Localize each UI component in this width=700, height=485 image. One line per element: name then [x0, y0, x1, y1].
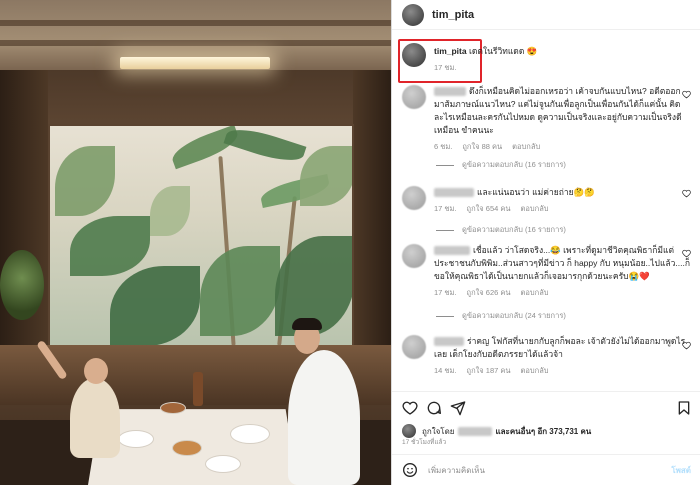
comment-item: เชื่อแล้ว ว่าโสดจริง...😂 เพราะที่ดูมาชีว…	[402, 244, 690, 299]
commenter-username[interactable]	[434, 246, 470, 256]
comment-text: และแน่นอนว่า แม่ค่ายถ่าย🤔🤔	[477, 187, 595, 197]
view-replies[interactable]: ดูข้อความตอบกลับ (16 รายการ)	[436, 159, 566, 171]
man-hair	[292, 318, 322, 330]
palm-leaf	[300, 146, 352, 206]
girl	[70, 378, 120, 458]
comment-likes[interactable]: ถูกใจ 187 คน	[467, 365, 511, 377]
ceiling-beam	[0, 20, 391, 26]
comment-item: ร่าคญ โฟกัสที่นายกกับลูกก็พอละ เจ้าตัวยั…	[402, 335, 690, 377]
commenter-avatar[interactable]	[402, 335, 426, 359]
bookmark-icon[interactable]	[676, 400, 692, 416]
comment-likes[interactable]: ถูกใจ 88 คน	[462, 141, 502, 153]
reply-button[interactable]: ตอบกลับ	[521, 365, 549, 377]
comment-time: 17 ชม.	[434, 288, 457, 297]
caption-avatar[interactable]	[402, 43, 426, 67]
action-bar	[392, 391, 700, 421]
comment-bubble-icon[interactable]	[426, 400, 442, 416]
commenter-avatar[interactable]	[402, 85, 426, 109]
likes-count[interactable]: และคนอื่นๆ อีก 373,731 คน	[495, 425, 591, 438]
liker-username[interactable]	[458, 426, 493, 436]
palm-leaf	[55, 146, 115, 216]
lamp	[193, 372, 203, 406]
post-sidebar: tim_pita tim_pita เดตในรีวิทแดด 😍 17 ชม.…	[391, 0, 700, 485]
caption-text: เดตในรีวิทแดด	[468, 46, 525, 56]
post-photo[interactable]	[0, 0, 391, 485]
view-replies[interactable]: ดูข้อความตอบกลับ (16 รายการ)	[436, 224, 566, 236]
like-heart-icon[interactable]	[682, 341, 691, 350]
caption-time: 17 ชม.	[434, 63, 457, 72]
jungle-mural	[48, 124, 354, 348]
likes-prefix: ถูกใจโดย	[422, 426, 455, 436]
commenter-username[interactable]	[434, 87, 466, 97]
comment-text: เชื่อแล้ว ว่าโสดจริง...😂 เพราะที่ดูมาชีว…	[434, 245, 691, 281]
man	[288, 350, 360, 485]
post-timestamp: 17 ชั่วโมงที่แล้ว	[402, 439, 447, 446]
post-comment-button[interactable]: โพสต์	[671, 464, 691, 477]
reply-button[interactable]: ตอบกลับ	[521, 287, 549, 299]
ceiling-light	[120, 57, 270, 69]
palm-leaf	[200, 246, 280, 336]
comment-item: และแน่นอนว่า แม่ค่ายถ่าย🤔🤔 17 ชม. ถูกใจ …	[402, 186, 690, 215]
commenter-avatar[interactable]	[402, 186, 426, 210]
commenter-username[interactable]	[434, 188, 474, 198]
author-username[interactable]: tim_pita	[432, 9, 474, 21]
comment-time: 6 ชม.	[434, 142, 453, 151]
emoji-icon[interactable]	[402, 462, 418, 478]
comment-time: 17 ชม.	[434, 204, 457, 213]
caption-emoji: 😍	[526, 46, 538, 56]
comments-list[interactable]: tim_pita เดตในรีวิทแดด 😍 17 ชม. ดึงก็เหม…	[392, 31, 700, 391]
caption-username[interactable]: tim_pita	[434, 46, 467, 56]
girl-head	[84, 358, 108, 384]
view-replies[interactable]: ดูข้อความตอบกลับ (24 รายการ)	[436, 310, 566, 322]
comment-item: ดึงก็เหมือนคิดไม่ออกเหรอว่า เค้าจบกันแบบ…	[402, 85, 690, 153]
comment-likes[interactable]: ถูกใจ 626 คน	[467, 287, 511, 299]
food-dish	[172, 440, 202, 456]
comment-text: ร่าคญ โฟกัสที่นายกกับลูกก็พอละ เจ้าตัวยั…	[434, 336, 686, 359]
palm-leaf	[110, 266, 200, 346]
like-heart-icon[interactable]	[682, 189, 691, 198]
post-header: tim_pita	[392, 0, 700, 30]
like-heart-icon[interactable]	[682, 249, 691, 258]
palm-leaf	[70, 216, 150, 276]
plate	[118, 430, 154, 448]
ceiling-beam	[0, 40, 391, 46]
like-heart-icon[interactable]	[682, 90, 691, 99]
plate	[230, 424, 270, 444]
plant	[0, 250, 44, 320]
commenter-username[interactable]	[434, 337, 464, 347]
food-dish	[160, 402, 186, 414]
reply-button[interactable]: ตอบกลับ	[521, 203, 549, 215]
palm-leaf	[150, 186, 190, 236]
caption: tim_pita เดตในรีวิทแดด 😍 17 ชม.	[402, 43, 690, 74]
comment-time: 14 ชม.	[434, 366, 457, 375]
reply-button[interactable]: ตอบกลับ	[512, 141, 540, 153]
share-send-icon[interactable]	[450, 400, 466, 416]
comment-input[interactable]: เพิ่มความคิดเห็น	[428, 464, 671, 477]
author-avatar[interactable]	[402, 3, 424, 26]
comment-text: ดึงก็เหมือนคิดไม่ออกเหรอว่า เค้าจบกันแบบ…	[434, 86, 682, 135]
palm-leaf	[223, 126, 307, 168]
comment-likes[interactable]: ถูกใจ 654 คน	[467, 203, 511, 215]
commenter-avatar[interactable]	[402, 244, 426, 268]
like-heart-icon[interactable]	[402, 400, 418, 416]
liker-avatar[interactable]	[402, 424, 416, 438]
plate	[205, 455, 241, 473]
add-comment-bar: เพิ่มความคิดเห็น โพสต์	[392, 454, 700, 485]
